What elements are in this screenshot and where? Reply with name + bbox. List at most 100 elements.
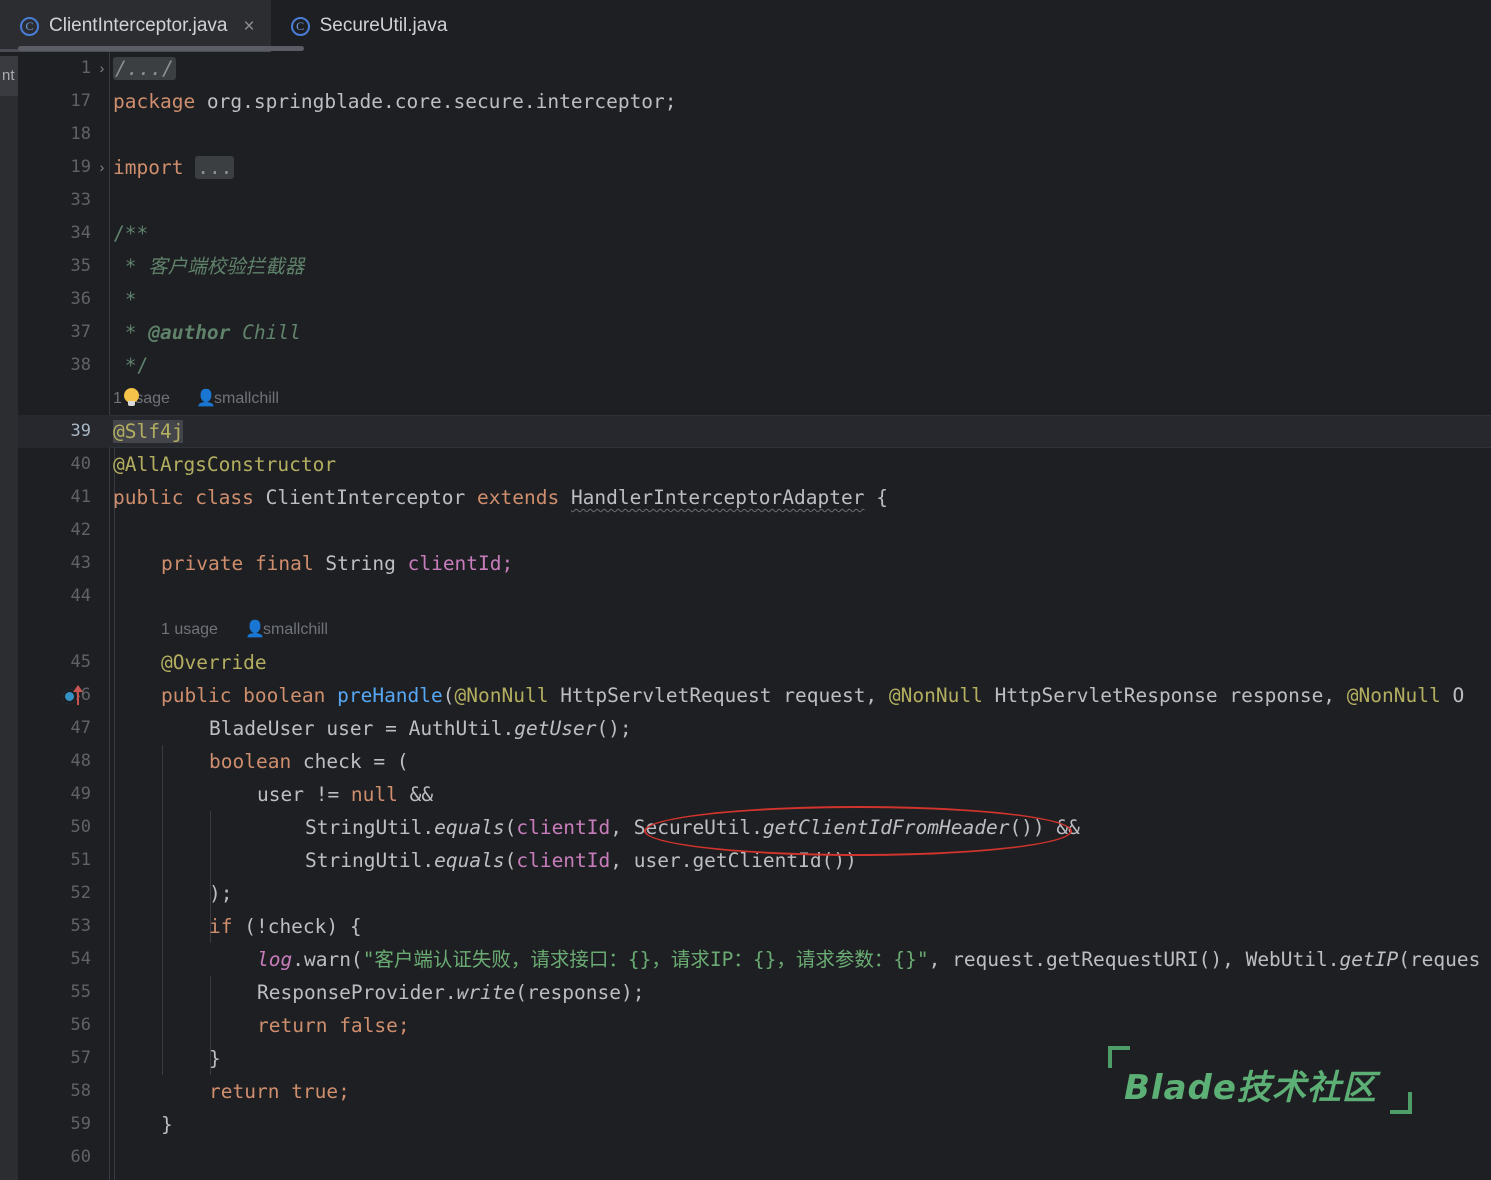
field-type: String — [325, 552, 396, 575]
slf4j-annotation[interactable]: @Slf4j — [113, 420, 184, 443]
kw-final: final — [254, 552, 314, 575]
line-number: 53 — [70, 916, 91, 936]
code-line-41[interactable]: public class ClientInterceptor extends H… — [110, 481, 888, 514]
code-line-56[interactable]: return false; — [110, 1009, 410, 1042]
code-line-35[interactable]: * 客户端校验拦截器 — [110, 250, 305, 283]
line-number: 56 — [70, 1015, 91, 1035]
code-line-1[interactable]: /.../ — [110, 52, 176, 85]
getip-call[interactable]: getIP — [1340, 948, 1399, 971]
field-name: clientId; — [407, 552, 514, 575]
write-call[interactable]: write — [457, 981, 516, 1004]
code-line-37[interactable]: * @author Chill — [110, 316, 301, 349]
line-number: 43 — [70, 553, 91, 573]
java-class-icon: C — [290, 16, 310, 36]
code-line-47[interactable]: BladeUser user = AuthUtil.getUser(); — [110, 712, 632, 745]
override-annotation[interactable]: @Override — [161, 651, 267, 674]
code-line-50[interactable]: StringUtil.equals(clientId, SecureUtil.g… — [110, 811, 1080, 844]
kw-private: private — [161, 552, 244, 575]
log-field: log — [257, 948, 293, 971]
allargsconstructor-annotation[interactable]: @AllArgsConstructor — [113, 453, 336, 476]
write-args: (response); — [515, 981, 645, 1004]
code-content[interactable]: /.../ packagepackage org.springblade.cor… — [110, 52, 1491, 1180]
stringutil-ref: StringUtil. — [305, 816, 435, 839]
line-number-current: 39 — [70, 421, 91, 441]
line54-truncated-tail: (reques — [1398, 948, 1481, 971]
code-line-54[interactable]: log.warn("客户端认证失败，请求接口：{}，请求IP：{}，请求参数：{… — [110, 943, 1480, 976]
nonnull-annotation-3: @NonNull — [1346, 684, 1441, 707]
line-number: 49 — [70, 784, 91, 804]
inlay-hint-author[interactable]: smallchill — [263, 613, 328, 646]
person-icon: 👤 — [196, 390, 216, 407]
code-editor[interactable]: 1 › 17 18 19 › 33 34 35 36 37 38 39 40 41 … — [18, 52, 1491, 1180]
line-number: 37 — [70, 322, 91, 342]
lightbulb-icon[interactable] — [124, 388, 143, 407]
watermark-corner-bottom-right — [1390, 1092, 1412, 1114]
code-line-58[interactable]: return true; — [110, 1075, 350, 1108]
line-number: 33 — [70, 190, 91, 210]
user-compare: user != — [257, 783, 351, 806]
warn-call[interactable]: .warn( — [292, 948, 362, 971]
watermark: Blade技术社区 — [1108, 1046, 1412, 1114]
getuser-call[interactable]: getUser — [514, 717, 596, 740]
code-line-51[interactable]: StringUtil.equals(clientId, user.getClie… — [110, 844, 857, 877]
code-line-43[interactable]: private final String clientId; — [110, 547, 513, 580]
folded-imports[interactable]: ... — [195, 156, 235, 179]
ide-window: C ClientInterceptor.java × C SecureUtil.… — [0, 0, 1491, 1180]
code-line-34[interactable]: /** — [110, 217, 148, 250]
kw-null: null — [350, 783, 398, 806]
code-line-46[interactable]: public boolean preHandle(@NonNull HttpSe… — [110, 679, 1464, 712]
line-number: 59 — [70, 1114, 91, 1134]
inlay-hint-author[interactable]: smallchill — [214, 382, 279, 415]
code-line-38[interactable]: */ — [110, 349, 149, 382]
code-line-48[interactable]: boolean check = ( — [110, 745, 409, 778]
kw-if: if — [209, 915, 233, 938]
line-number: 42 — [70, 520, 91, 540]
code-line-49[interactable]: user != null && — [110, 778, 433, 811]
line-number: 44 — [70, 586, 91, 606]
code-line-45[interactable]: @Override — [110, 646, 267, 679]
override-method-marker-icon[interactable] — [62, 684, 88, 710]
bladeuser-assign: BladeUser user = AuthUtil. — [209, 717, 515, 740]
code-line-19[interactable]: import ... — [110, 151, 235, 184]
getclientidfromheader-call[interactable]: getClientIdFromHeader — [763, 816, 1010, 839]
return-false: false; — [327, 1014, 410, 1037]
code-line-52[interactable]: ); — [110, 877, 232, 910]
code-line-39[interactable]: @Slf4j — [110, 415, 184, 448]
nonnull-annotation-1: @NonNull — [454, 684, 549, 707]
java-class-icon: C — [20, 16, 39, 36]
code-line-36[interactable]: * — [110, 283, 137, 316]
fold-arrow-icon[interactable]: › — [95, 52, 109, 85]
line-number: 54 — [70, 949, 91, 969]
class-name: ClientInterceptor — [265, 486, 466, 509]
equals-call[interactable]: equals — [434, 849, 504, 872]
inlay-hint-usages[interactable]: 1 usage — [161, 613, 218, 646]
class-open-brace: { — [876, 486, 888, 509]
code-line-57[interactable]: } — [110, 1042, 221, 1075]
line-number: 17 — [70, 91, 91, 111]
tab-bar-scrollbar[interactable] — [18, 46, 304, 51]
line-number: 1 — [80, 58, 91, 78]
editor-tab-bar: C ClientInterceptor.java × C SecureUtil.… — [0, 0, 1491, 52]
folded-comment[interactable]: /.../ — [113, 57, 176, 80]
line-number: 57 — [70, 1048, 91, 1068]
close-icon[interactable]: × — [244, 17, 255, 36]
fold-arrow-icon[interactable]: › — [95, 151, 109, 184]
line-number: 41 — [70, 487, 91, 507]
clientid-field: clientId — [516, 816, 611, 839]
tab-secure-util[interactable]: C SecureUtil.java — [271, 0, 464, 52]
code-line-40[interactable]: @AllArgsConstructor — [110, 448, 336, 481]
tab-client-interceptor[interactable]: C ClientInterceptor.java × — [0, 0, 271, 52]
code-line-55[interactable]: ResponseProvider.write(response); — [110, 976, 644, 1009]
method-name-prehandle[interactable]: preHandle — [337, 684, 443, 707]
nonnull-annotation-2: @NonNull — [888, 684, 983, 707]
line-number: 40 — [70, 454, 91, 474]
tab-label: SecureUtil.java — [319, 15, 448, 36]
code-line-53[interactable]: if (!check) { — [110, 910, 362, 943]
equals-call[interactable]: equals — [434, 816, 504, 839]
javadoc-close: */ — [113, 354, 149, 377]
superclass-name[interactable]: HandlerInterceptorAdapter — [571, 486, 865, 509]
code-line-17[interactable]: packagepackage org.springblade.core.secu… — [110, 85, 677, 118]
clientid-field: clientId — [516, 849, 611, 872]
paren-open: ( — [504, 849, 517, 872]
code-line-59[interactable]: } — [110, 1108, 173, 1141]
